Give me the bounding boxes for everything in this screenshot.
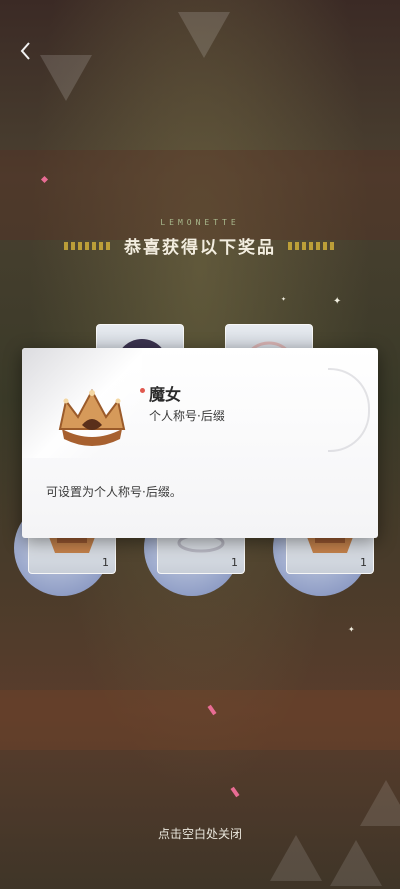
triangle-decoration: [178, 12, 230, 58]
triangle-decoration: [40, 55, 92, 101]
page-title: 恭喜获得以下奖品: [124, 238, 276, 258]
popup-decoration: [328, 368, 370, 452]
back-button[interactable]: [14, 38, 40, 64]
item-detail-popup[interactable]: 魔女 个人称号·后缀 可设置为个人称号·后缀。: [22, 348, 378, 538]
reward-quantity: 1: [360, 556, 367, 569]
triangle-decoration: [330, 840, 382, 886]
item-description: 可设置为个人称号·后缀。: [46, 485, 182, 499]
triangle-decoration: [360, 780, 400, 826]
brand-text: LEMONETTE: [160, 218, 240, 227]
sparkle-icon: ✦: [348, 625, 355, 634]
title-decoration-right: [288, 241, 336, 250]
close-hint[interactable]: 点击空白处关闭: [0, 825, 400, 842]
chevron-left-icon: [20, 42, 30, 60]
reward-quantity: 1: [102, 556, 109, 569]
title-decoration-left: [64, 241, 112, 250]
background-band: [0, 690, 400, 750]
sparkle-icon: ✦: [333, 296, 342, 307]
item-type: 个人称号·后缀: [149, 409, 225, 423]
reward-header: LEMONETTE 恭喜获得以下奖品: [0, 218, 400, 258]
item-name-dot: [140, 388, 145, 393]
crown-icon: [52, 383, 132, 453]
reward-quantity: 1: [231, 556, 238, 569]
item-name: 魔女: [149, 385, 182, 404]
sparkle-icon: ✦: [281, 296, 287, 303]
